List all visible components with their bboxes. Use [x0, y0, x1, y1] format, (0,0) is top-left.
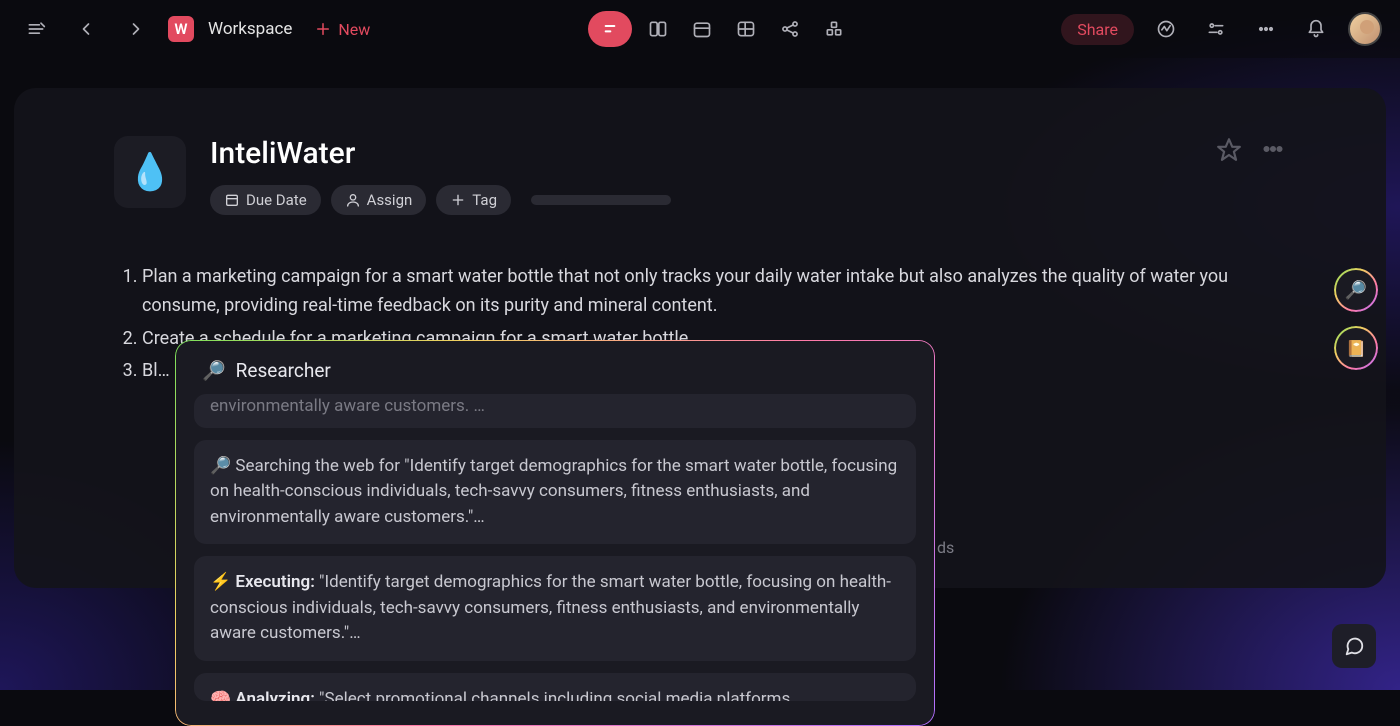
activity-button[interactable]	[1148, 11, 1184, 47]
nav-back-button[interactable]	[68, 11, 104, 47]
nav-forward-button[interactable]	[118, 11, 154, 47]
document-icon[interactable]: 💧	[114, 136, 186, 208]
workspace-label[interactable]: Workspace	[208, 19, 292, 39]
note-icon: 📔	[1346, 339, 1366, 358]
magnifier-icon: 🔎	[1345, 280, 1367, 301]
avatar[interactable]	[1348, 12, 1382, 46]
top-nav: W Workspace New Share	[0, 0, 1400, 58]
view-apps-button[interactable]	[816, 11, 852, 47]
due-date-label: Due Date	[246, 191, 307, 209]
star-icon[interactable]	[1216, 136, 1242, 162]
doc-more-icon[interactable]	[1260, 136, 1286, 162]
assign-label: Assign	[367, 191, 413, 209]
more-button[interactable]	[1248, 11, 1284, 47]
ai-research-fab[interactable]: 🔎	[1336, 270, 1376, 310]
researcher-message: 🔎 Searching the web for "Identify target…	[194, 440, 916, 545]
obscured-text: ds	[937, 538, 954, 557]
settings-toggle-button[interactable]	[1198, 11, 1234, 47]
view-split-button[interactable]	[640, 11, 676, 47]
assign-chip[interactable]: Assign	[331, 185, 427, 215]
researcher-panel: 🔎 Researcher environmentally aware custo…	[175, 340, 935, 726]
view-doc-button[interactable]	[588, 11, 632, 47]
tag-label: Tag	[472, 191, 497, 209]
notifications-button[interactable]	[1298, 11, 1334, 47]
researcher-message: ⚡ Executing: "Identify target demographi…	[194, 556, 916, 661]
view-calendar-button[interactable]	[684, 11, 720, 47]
chat-fab[interactable]	[1332, 624, 1376, 668]
share-button[interactable]: Share	[1061, 14, 1134, 45]
researcher-message: 🧠 Analyzing: "Select promotional channel…	[194, 673, 916, 701]
new-label: New	[338, 20, 370, 39]
researcher-title: Researcher	[236, 359, 331, 382]
researcher-message: environmentally aware customers. …	[194, 394, 916, 428]
due-date-chip[interactable]: Due Date	[210, 185, 321, 215]
collapse-sidebar-button[interactable]	[18, 11, 54, 47]
workspace-badge[interactable]: W	[168, 16, 194, 42]
view-table-button[interactable]	[728, 11, 764, 47]
tag-chip[interactable]: Tag	[436, 185, 511, 215]
new-button[interactable]: New	[306, 16, 378, 43]
ai-notes-fab[interactable]: 📔	[1336, 328, 1376, 368]
view-share-icon[interactable]	[772, 11, 808, 47]
meta-placeholder	[531, 195, 671, 205]
list-item[interactable]: Plan a marketing campaign for a smart wa…	[142, 263, 1286, 321]
document-title[interactable]: InteliWater	[210, 136, 1192, 171]
magnifier-icon: 🔎	[202, 359, 226, 382]
